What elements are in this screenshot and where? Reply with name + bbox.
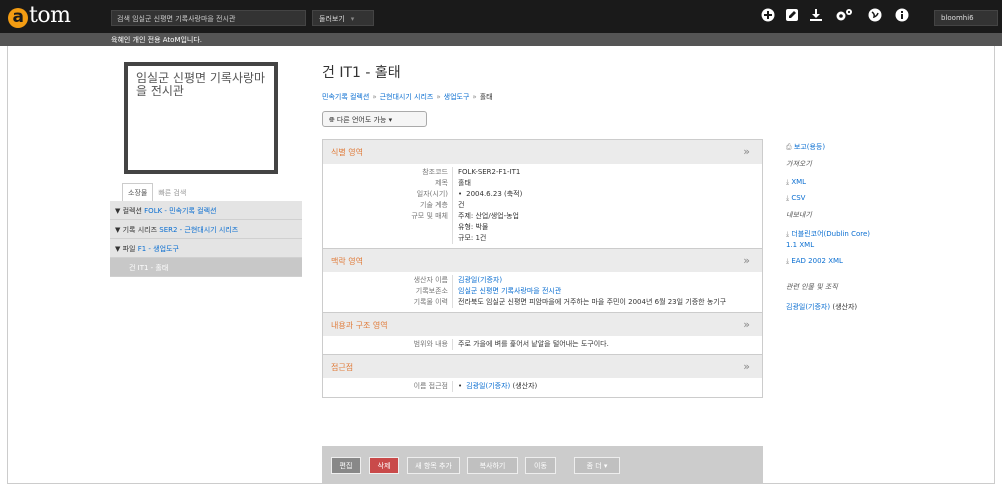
chevron-down-icon: ▾	[350, 15, 355, 23]
breadcrumb-link[interactable]: 근현대시기 시리즈	[380, 93, 434, 101]
download-icon: ⤓	[786, 178, 790, 186]
field-reference-code: 참조코드 FOLK-SER2-F1-IT1	[323, 167, 762, 178]
import-xml-link[interactable]: XML	[791, 178, 806, 186]
related-heading: 관련 인물 및 조직	[786, 283, 838, 291]
export-ead-link[interactable]: EAD 2002 XML	[791, 257, 843, 265]
field-title: 제목 홀태	[323, 178, 762, 189]
tree-item-series[interactable]: ▼ 기록 시리즈 SER2 - 근현대시기 시리즈	[110, 220, 302, 239]
page-title: 건 IT1 - 홀태	[322, 65, 401, 81]
field-repository: 기록보존소 임실군 신평면 기록사랑마을 전시관	[323, 286, 762, 297]
section-context-header[interactable]: 맥락 영역»	[323, 248, 762, 272]
top-navbar: a tom 검색 임실군 신평면 기록사랑마을 전시관 둘러보기 ▾ bloomhi…	[0, 0, 1002, 33]
field-name-access-point: 이름 접근점김광일(기증자) (생산자)	[323, 381, 762, 392]
download-icon: ⤓	[786, 230, 790, 238]
related-name-link[interactable]: 김광일(기증자)	[786, 303, 830, 311]
export-heading: 내보내기	[786, 211, 812, 219]
browse-menu-button[interactable]: 둘러보기 ▾	[312, 10, 374, 26]
tree-link[interactable]: SER2 - 근현대시기 시리즈	[159, 226, 238, 234]
field-creator: 생산자 이름 김광일(기증자)	[323, 275, 762, 286]
tree-link[interactable]: FOLK - 민속기록 컬렉션	[144, 207, 216, 215]
tab-quick-search[interactable]: 빠른 검색	[153, 184, 191, 202]
chevron-down-icon: ▾	[603, 462, 608, 470]
edit-button[interactable]: 편집	[331, 457, 361, 474]
field-scope: 범위와 내용 주로 가을에 벼를 훑어서 낱알을 털어내는 도구이다.	[323, 339, 762, 350]
double-chevron-icon[interactable]: »	[743, 254, 750, 267]
name-access-link[interactable]: 김광일(기증자)	[466, 382, 510, 390]
section-access-header[interactable]: 접근점»	[323, 354, 762, 378]
repository-logo-box[interactable]: 임실군 신평면 기록사랑마을 전시관	[124, 62, 278, 174]
download-icon[interactable]	[808, 8, 824, 24]
info-icon[interactable]	[894, 8, 910, 24]
duplicate-button[interactable]: 복사하기	[467, 457, 518, 474]
download-icon: ⤓	[786, 257, 790, 265]
site-banner: 육혜인 개인 전용 AtoM입니다.	[0, 33, 1002, 46]
globe-icon: 🌐︎	[329, 116, 335, 124]
tree-item-current[interactable]: 건 IT1 - 홀태	[110, 258, 302, 277]
add-new-button[interactable]: 새 항목 추가	[407, 457, 460, 474]
section-identity-header[interactable]: 식별 영역»	[323, 140, 762, 164]
printer-icon: ⎙	[786, 143, 792, 151]
field-date: 일자(시기)2004.6.23 (축적)	[323, 189, 762, 200]
search-input[interactable]: 검색 임실군 신평면 기록사랑마을 전시관	[111, 10, 306, 26]
import-heading: 가져오기	[786, 160, 812, 168]
more-button[interactable]: 좀 더 ▾	[574, 457, 620, 474]
breadcrumb-link[interactable]: 생업도구	[444, 93, 470, 101]
chevron-down-icon: ▾	[388, 116, 393, 124]
plus-circle-icon[interactable]	[760, 8, 776, 24]
field-level: 기술 계층 건	[323, 200, 762, 211]
creator-link[interactable]: 김광일(기증자)	[458, 276, 502, 284]
record-sections: 식별 영역» 참조코드FOLK-SER2-F1-IT1 제목홀태 일자(시기)2…	[322, 139, 763, 398]
sidebar-tabs: 소장물 빠른 검색	[122, 183, 191, 201]
breadcrumb-current: 홀태	[479, 93, 493, 101]
export-dc-link-line2[interactable]: 1.1 XML	[786, 241, 814, 249]
double-chevron-icon[interactable]: »	[743, 145, 750, 158]
field-archival-history: 기록물 이력 전라북도 임실군 신평면 피암마을에 거주하는 마을 주민이 200…	[323, 297, 762, 308]
delete-button[interactable]: 삭제	[369, 457, 399, 474]
tab-holdings[interactable]: 소장물	[122, 183, 154, 201]
field-extent: 규모 및 매체 주제: 산업/생업-농업 유형: 박물 규모: 1건	[323, 211, 762, 244]
language-dropdown-button[interactable]: 🌐︎ 다른 언어도 가능 ▾	[322, 111, 427, 127]
breadcrumb: 민속기록 컬렉션» 근현대시기 시리즈» 생업도구» 홀태	[322, 93, 493, 101]
double-chevron-icon[interactable]: »	[743, 360, 750, 373]
section-content-header[interactable]: 내용과 구조 영역»	[323, 312, 762, 336]
move-button[interactable]: 이동	[525, 457, 556, 474]
tree-item-file[interactable]: ▼ 파일 F1 - 생업도구	[110, 239, 302, 258]
report-link[interactable]: 보고(용등)	[794, 143, 825, 151]
export-dc-link[interactable]: 더블린코어(Dublin Core)	[791, 230, 870, 238]
treeview: ▼ 컬렉션 FOLK - 민속기록 컬렉션 ▼ 기록 시리즈 SER2 - 근현…	[110, 201, 302, 277]
import-csv-link[interactable]: CSV	[791, 194, 805, 202]
user-menu-button[interactable]: bloomhi6	[934, 10, 998, 26]
settings-icon[interactable]	[835, 8, 852, 24]
tree-link[interactable]: F1 - 생업도구	[138, 245, 179, 253]
repository-link[interactable]: 임실군 신평면 기록사랑마을 전시관	[458, 287, 561, 295]
tree-item-collection[interactable]: ▼ 컬렉션 FOLK - 민속기록 컬렉션	[110, 201, 302, 220]
globe-icon[interactable]	[867, 8, 883, 24]
double-chevron-icon[interactable]: »	[743, 318, 750, 331]
edit-icon[interactable]	[784, 8, 800, 24]
download-icon: ⤓	[786, 194, 790, 202]
breadcrumb-link[interactable]: 민속기록 컬렉션	[322, 93, 369, 101]
action-bar: 편집 삭제 새 항목 추가 복사하기 이동 좀 더 ▾	[322, 446, 763, 484]
atom-logo[interactable]: a tom	[8, 3, 71, 28]
